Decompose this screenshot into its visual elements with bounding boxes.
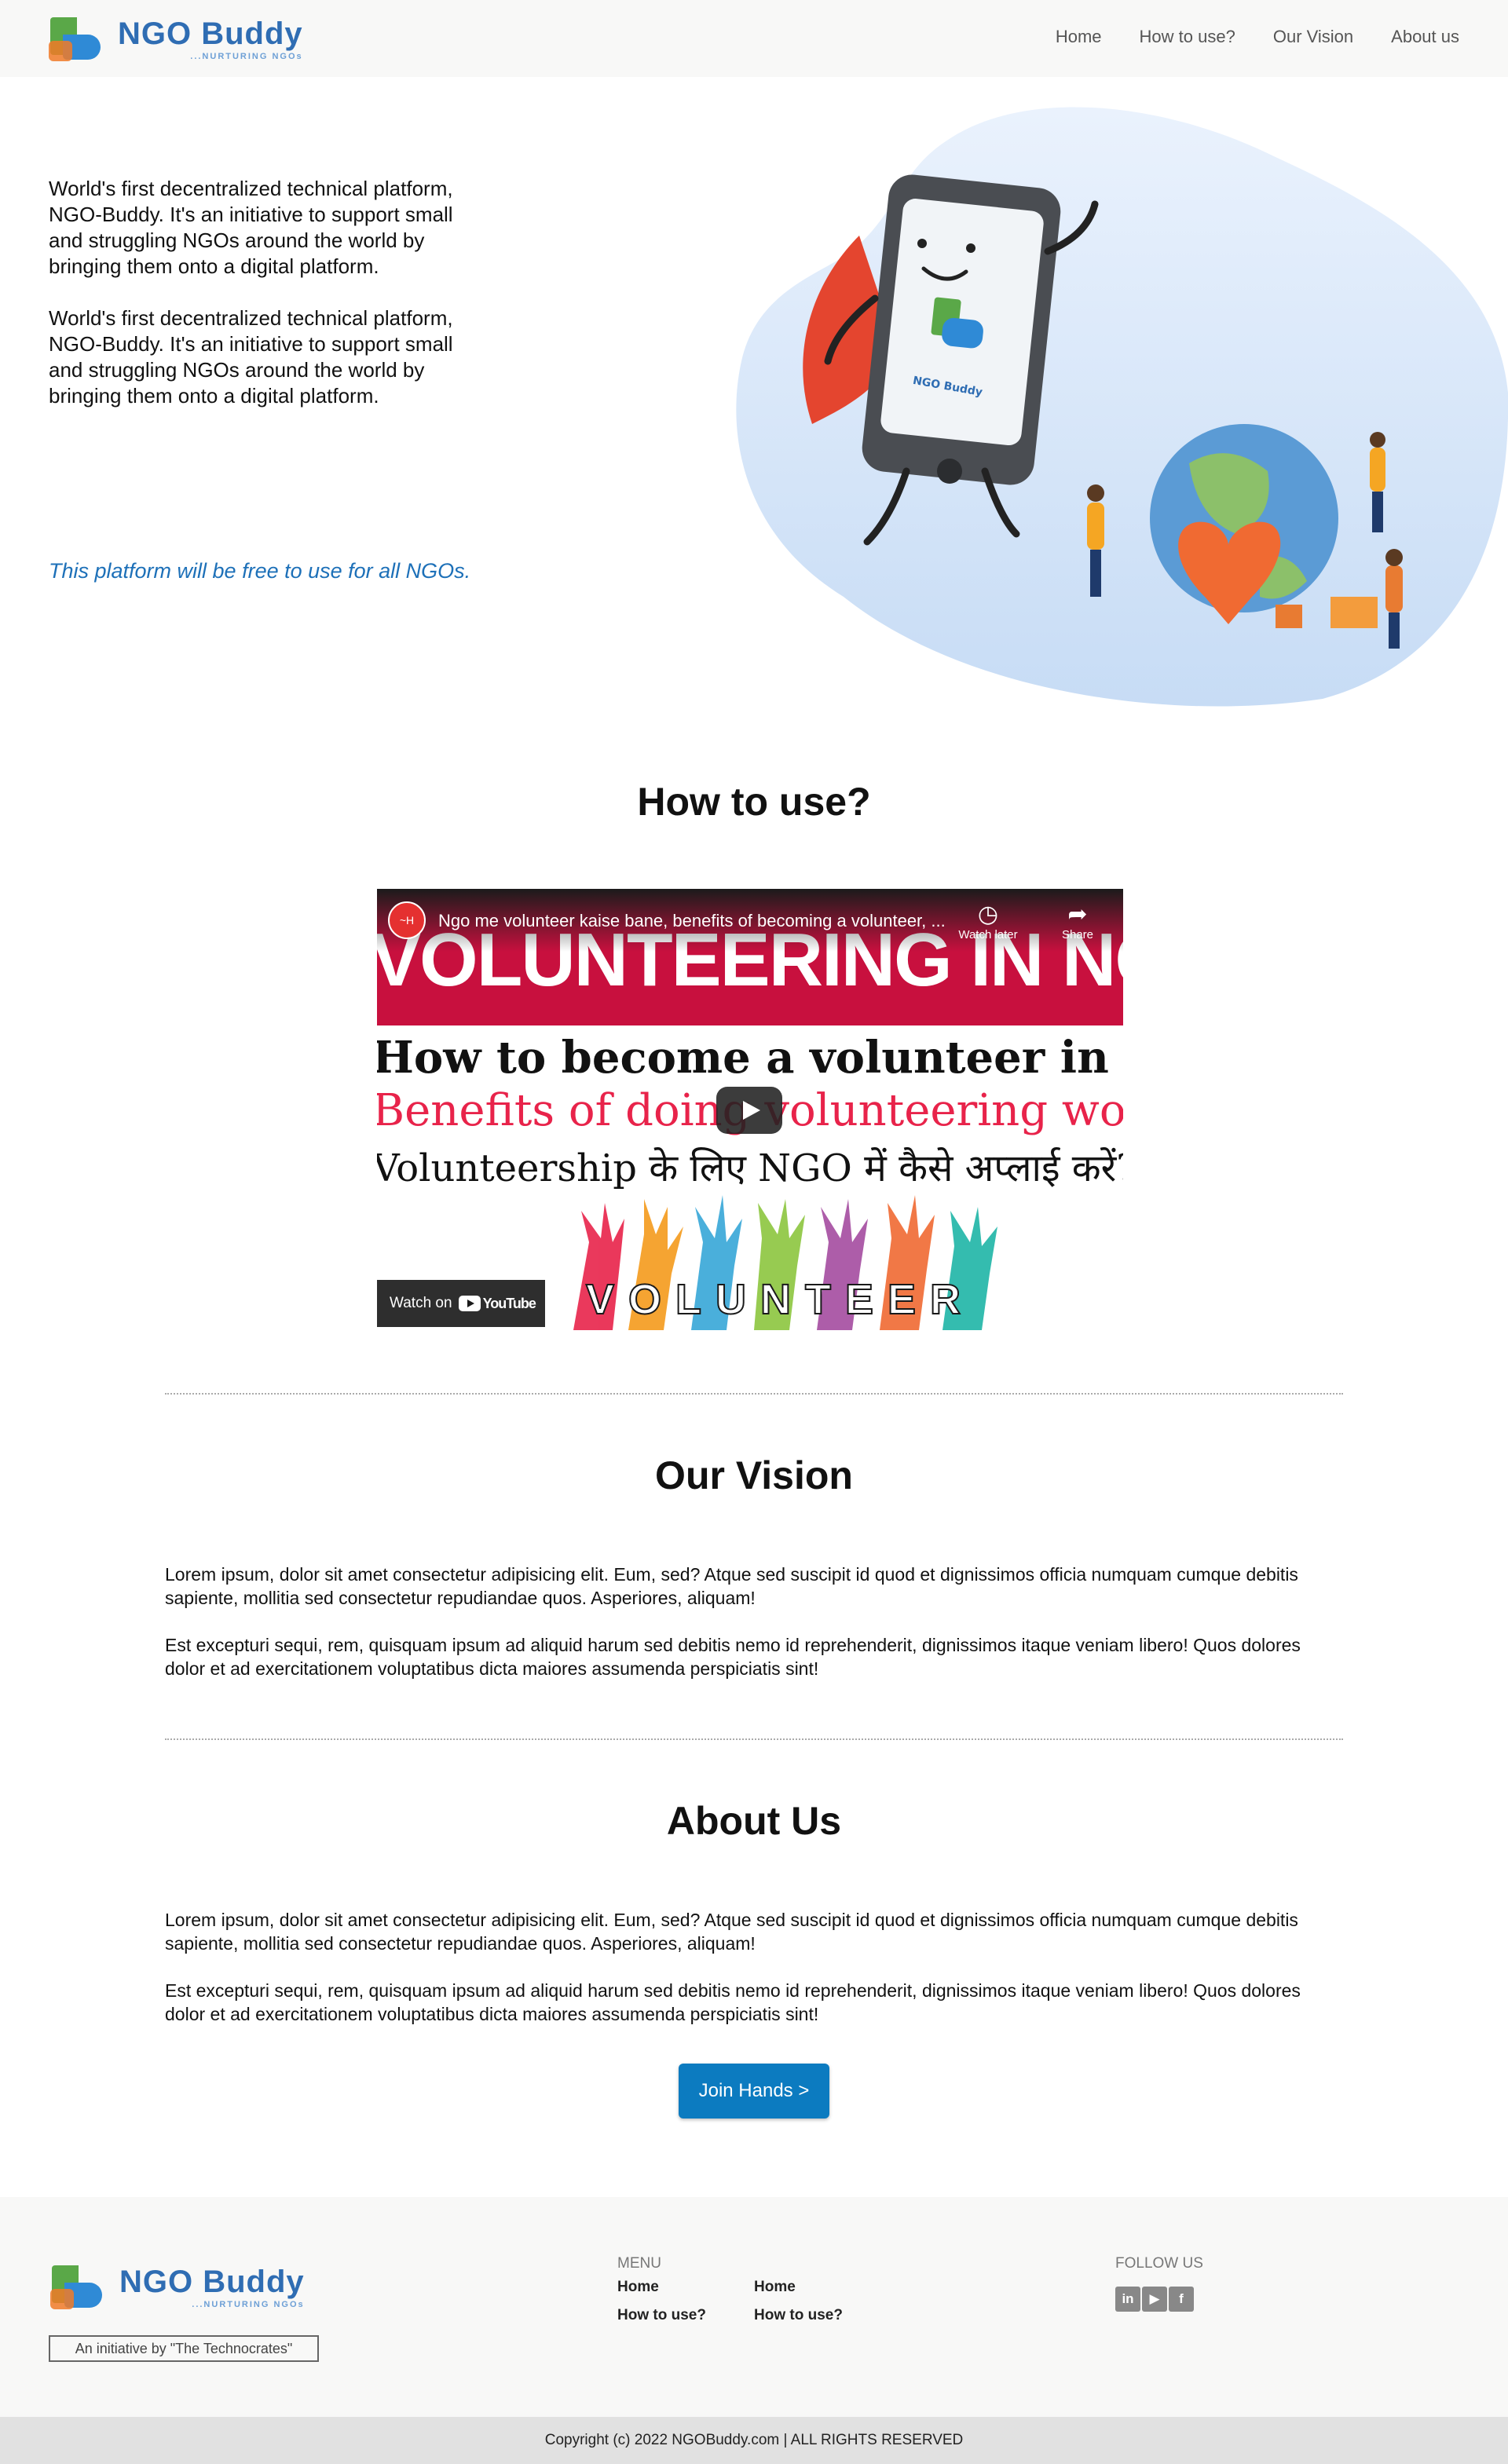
footer-link-how-to-use[interactable]: How to use? <box>754 2307 843 2324</box>
hero-illustration: NGO Buddy <box>736 107 1508 707</box>
video-play-button[interactable] <box>716 1087 782 1134</box>
logo-mark-icon <box>47 11 110 66</box>
watch-on-youtube-button[interactable]: Watch on YouTube <box>377 1280 545 1327</box>
how-to-use-title: How to use? <box>637 780 871 824</box>
hero-paragraph-2: World's first decentralized technical pl… <box>49 306 453 408</box>
logo-name: NGO Buddy <box>119 2264 305 2299</box>
facebook-icon[interactable]: f <box>1169 2287 1194 2312</box>
linkedin-icon[interactable]: in <box>1115 2287 1140 2312</box>
about-paragraph-1: Lorem ipsum, dolor sit amet consectetur … <box>165 1910 1298 1954</box>
footer: NGO Buddy ...NURTURING NGOs An initiativ… <box>0 2197 1508 2417</box>
video-volunteer-word: VOLUNTEER <box>585 1275 975 1324</box>
footer-follow-heading: FOLLOW US <box>1115 2255 1203 2272</box>
nav-menu: Home How to use? Our Vision About us <box>1056 27 1459 47</box>
initiative-badge: An initiative by "The Technocrates" <box>49 2335 319 2362</box>
youtube-logo-icon: YouTube <box>458 1295 536 1312</box>
about-us-title: About Us <box>666 1799 842 1843</box>
about-paragraph-2: Est excepturi sequi, rem, quisquam ipsum… <box>165 1980 1301 2024</box>
youtube-icon[interactable]: ▶ <box>1142 2287 1167 2312</box>
youtube-video-embed[interactable]: VOLUNTEERING IN NGO ~H Ngo me volunteer … <box>377 889 1123 1330</box>
logo-mark-icon <box>49 2259 112 2314</box>
footer-logo[interactable]: NGO Buddy ...NURTURING NGOs <box>49 2254 328 2320</box>
footer-link-home[interactable]: Home <box>754 2279 796 2296</box>
watch-on-label: Watch on <box>390 1295 452 1311</box>
nav-link-home[interactable]: Home <box>1056 27 1102 47</box>
join-hands-button[interactable]: Join Hands > <box>679 2064 829 2119</box>
footer-link-how-to-use[interactable]: How to use? <box>617 2307 706 2324</box>
hero-paragraph-1: World's first decentralized technical pl… <box>49 177 453 278</box>
nav-link-our-vision[interactable]: Our Vision <box>1273 27 1353 47</box>
footer-menu-heading: MENU <box>617 2255 661 2272</box>
channel-avatar[interactable]: ~H <box>388 901 426 939</box>
share-icon: ➦ <box>1067 901 1088 927</box>
vision-paragraph-1: Lorem ipsum, dolor sit amet consectetur … <box>165 1564 1298 1608</box>
brand-logo[interactable]: NGO Buddy ...NURTURING NGOs <box>47 6 314 71</box>
clock-icon: ◷ <box>977 901 999 927</box>
our-vision-title: Our Vision <box>655 1453 853 1497</box>
section-divider <box>165 1738 1343 1740</box>
logo-tagline: ...NURTURING NGOs <box>190 51 303 61</box>
youtube-logo-text: YouTube <box>482 1295 536 1311</box>
hero-intro: World's first decentralized technical pl… <box>49 176 457 435</box>
share-button[interactable]: ➦ Share <box>1046 901 1109 941</box>
nav-link-about-us[interactable]: About us <box>1391 27 1459 47</box>
logo-tagline: ...NURTURING NGOs <box>192 2299 305 2309</box>
logo-name: NGO Buddy <box>118 16 303 51</box>
watch-later-label: Watch later <box>958 928 1018 941</box>
video-line-1: How to become a volunteer in NGO? <box>377 1032 1123 1084</box>
copyright-bar: Copyright (c) 2022 NGOBuddy.com | ALL RI… <box>0 2417 1508 2464</box>
vision-paragraph-2: Est excepturi sequi, rem, quisquam ipsum… <box>165 1635 1301 1679</box>
share-label: Share <box>1061 928 1094 941</box>
footer-link-home[interactable]: Home <box>617 2279 659 2296</box>
video-line-3: Volunteership के लिए NGO में कैसे अप्लाई… <box>377 1146 1123 1190</box>
watch-later-button[interactable]: ◷ Watch later <box>957 901 1019 941</box>
top-navbar: NGO Buddy ...NURTURING NGOs Home How to … <box>0 0 1508 77</box>
hero-free-note: This platform will be free to use for al… <box>49 559 471 583</box>
video-title[interactable]: Ngo me volunteer kaise bane, benefits of… <box>438 911 946 931</box>
nav-link-how-to-use[interactable]: How to use? <box>1140 27 1235 47</box>
section-divider <box>165 1393 1343 1395</box>
